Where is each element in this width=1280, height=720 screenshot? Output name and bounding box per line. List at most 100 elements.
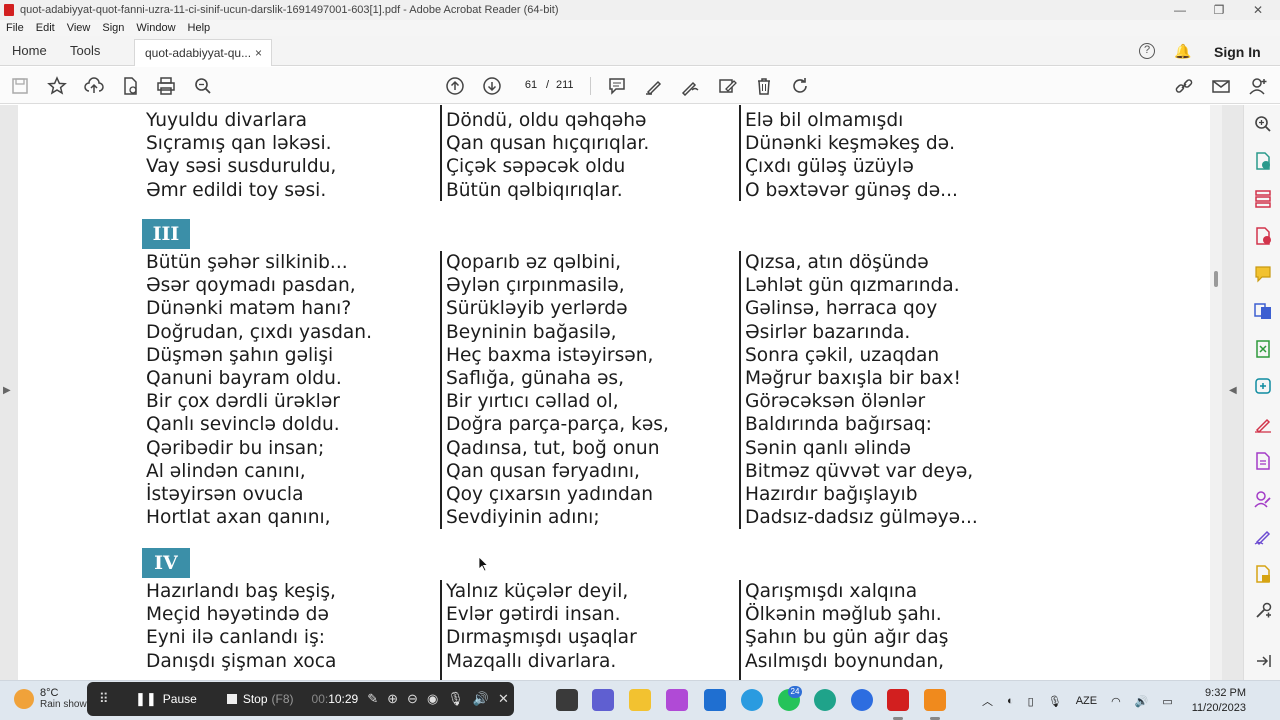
fill-sign-icon[interactable] — [1253, 414, 1273, 434]
file-explorer-icon[interactable] — [629, 689, 651, 711]
compress-pdf-icon[interactable] — [1253, 376, 1273, 396]
zoom-search-icon[interactable] — [192, 75, 214, 97]
edit-pdf-icon[interactable] — [1253, 451, 1273, 471]
clock-time: 9:32 PM — [1205, 687, 1246, 699]
taskbar-clock[interactable]: 9:32 PM 11/20/2023 — [1184, 686, 1246, 716]
pen-annotate-icon[interactable]: ✎ — [367, 691, 378, 707]
usb-device-icon[interactable]: ▯ — [1028, 695, 1034, 708]
system-audio-icon[interactable]: 🔊 — [473, 691, 489, 707]
create-pdf-icon[interactable] — [1253, 226, 1273, 246]
comment-tool-icon[interactable] — [1253, 264, 1273, 284]
poem-line: Qadınsa, tut, boğ onun — [446, 437, 660, 459]
pause-button[interactable]: ❚❚ Pause — [135, 691, 197, 707]
expand-left-panel-icon[interactable]: ▶ — [3, 385, 11, 396]
close-tab-icon[interactable]: × — [255, 46, 262, 60]
clock-date: 11/20/2023 — [1191, 702, 1246, 714]
edge-browser-icon[interactable] — [814, 689, 836, 711]
tray-app-icon[interactable]: ◐ — [1007, 695, 1014, 707]
telegram-icon[interactable] — [741, 689, 763, 711]
delete-trash-icon[interactable] — [753, 75, 775, 97]
menu-view[interactable]: View — [67, 22, 91, 34]
collapse-pane-icon[interactable] — [1253, 651, 1273, 671]
page-number-input[interactable]: 61 — [515, 75, 547, 95]
highlight-pen-icon[interactable] — [643, 75, 665, 97]
stop-button[interactable]: Stop (F8) — [226, 692, 294, 706]
acrobat-taskbar-icon[interactable] — [887, 689, 909, 720]
more-tools-icon[interactable] — [1253, 601, 1273, 621]
battery-icon[interactable]: ▭ — [1162, 695, 1172, 708]
column-divider — [440, 580, 442, 680]
bookmark-star-icon[interactable] — [46, 75, 68, 97]
sign-pen-icon[interactable] — [1253, 526, 1273, 546]
taskbar-app-icon[interactable] — [556, 689, 578, 711]
zoom-tool-icon[interactable] — [1253, 114, 1273, 134]
microphone-toggle-icon[interactable]: 🎙 — [447, 691, 464, 707]
taskbar-chat-icon[interactable] — [592, 689, 614, 711]
print-icon[interactable] — [155, 75, 177, 97]
menu-file[interactable]: File — [6, 22, 24, 34]
poem-line: Al əlindən canını, — [146, 460, 306, 482]
zoom-in-icon[interactable]: ⊕ — [387, 691, 398, 707]
menu-window[interactable]: Window — [136, 22, 175, 34]
previous-page-icon[interactable] — [444, 75, 466, 97]
vertical-scrollbar[interactable] — [1210, 105, 1222, 680]
poem-line: Sıçramış qan ləkəsi. — [146, 133, 332, 155]
microphone-icon[interactable]: 🎙 — [1048, 695, 1062, 708]
comment-icon[interactable] — [606, 75, 628, 97]
webcam-icon[interactable]: ◉ — [427, 691, 438, 707]
poem-line: Sürükləyib yerlərdə — [446, 298, 628, 320]
combine-files-icon[interactable] — [1253, 301, 1273, 321]
next-page-icon[interactable] — [481, 75, 503, 97]
tab-home[interactable]: Home — [12, 43, 47, 58]
rotate-icon[interactable] — [789, 75, 811, 97]
save-icon[interactable] — [9, 75, 31, 97]
upload-cloud-icon[interactable] — [83, 75, 105, 97]
draw-signature-icon[interactable] — [679, 75, 701, 97]
edit-text-icon[interactable] — [716, 75, 738, 97]
weather-widget[interactable]: 8°C Rain show — [14, 687, 87, 710]
poem-line: Qan qusan hıçqırıqlar. — [446, 133, 650, 155]
section-numeral-badge: III — [142, 219, 190, 249]
close-window-icon[interactable]: ✕ — [1238, 0, 1278, 20]
organize-pages-icon[interactable] — [1253, 189, 1273, 209]
scrollbar-thumb[interactable] — [1214, 271, 1218, 287]
language-indicator[interactable]: AZE — [1076, 695, 1097, 707]
notification-bell-icon[interactable]: 🔔 — [1174, 43, 1191, 60]
poem-line: Meçid həyətində də — [146, 604, 329, 626]
sign-in-button[interactable]: Sign In — [1214, 44, 1261, 60]
file-share-icon[interactable] — [119, 75, 141, 97]
add-user-icon[interactable] — [1247, 75, 1269, 97]
export-excel-icon[interactable] — [1253, 339, 1273, 359]
export-pdf-icon[interactable] — [1253, 151, 1273, 171]
tab-document[interactable]: quot-adabiyyat-qu... × — [134, 39, 272, 66]
poem-line: Elə bil olmamışdı — [745, 110, 904, 131]
drag-handle-icon[interactable]: ⠿ — [99, 691, 119, 707]
poem-line: Sonra çəkil, uzaqdan — [745, 344, 940, 366]
mail-icon[interactable] — [704, 689, 726, 711]
request-signature-icon[interactable] — [1253, 489, 1273, 509]
menu-edit[interactable]: Edit — [36, 22, 55, 34]
tab-tools[interactable]: Tools — [70, 43, 100, 58]
wifi-icon[interactable]: ◠ — [1111, 695, 1121, 708]
minimize-icon[interactable]: — — [1160, 0, 1200, 20]
maximize-icon[interactable]: ❐ — [1199, 0, 1239, 20]
taskbar-media-icon[interactable] — [666, 689, 688, 711]
help-icon[interactable]: ? — [1139, 43, 1155, 59]
close-recorder-icon[interactable]: ✕ — [498, 691, 509, 707]
recorder-taskbar-icon[interactable] — [924, 689, 946, 720]
zoom-app-icon[interactable] — [851, 689, 873, 711]
email-icon[interactable] — [1210, 75, 1232, 97]
menu-bar: File Edit View Sign Window Help — [0, 20, 1280, 36]
collapse-right-panel-icon[interactable]: ◀ — [1229, 385, 1237, 396]
poem-line: Məğrur baxışla bir bax! — [745, 367, 961, 389]
menu-sign[interactable]: Sign — [102, 22, 124, 34]
zoom-out-icon[interactable]: ⊖ — [407, 691, 418, 707]
protect-pdf-icon[interactable] — [1253, 564, 1273, 584]
document-viewport[interactable]: Yuyuldu divarlara Sıçramış qan ləkəsi. V… — [0, 105, 1243, 680]
poem-line: Hazırdır bağışlayıb — [745, 483, 918, 505]
menu-help[interactable]: Help — [188, 22, 211, 34]
show-hidden-icons-icon[interactable]: ︿ — [982, 693, 993, 709]
title-bar: quot-adabiyyat-quot-fanni-uzra-11-ci-sin… — [0, 0, 1280, 20]
volume-icon[interactable]: 🔊 — [1135, 695, 1149, 708]
share-link-icon[interactable] — [1173, 75, 1195, 97]
